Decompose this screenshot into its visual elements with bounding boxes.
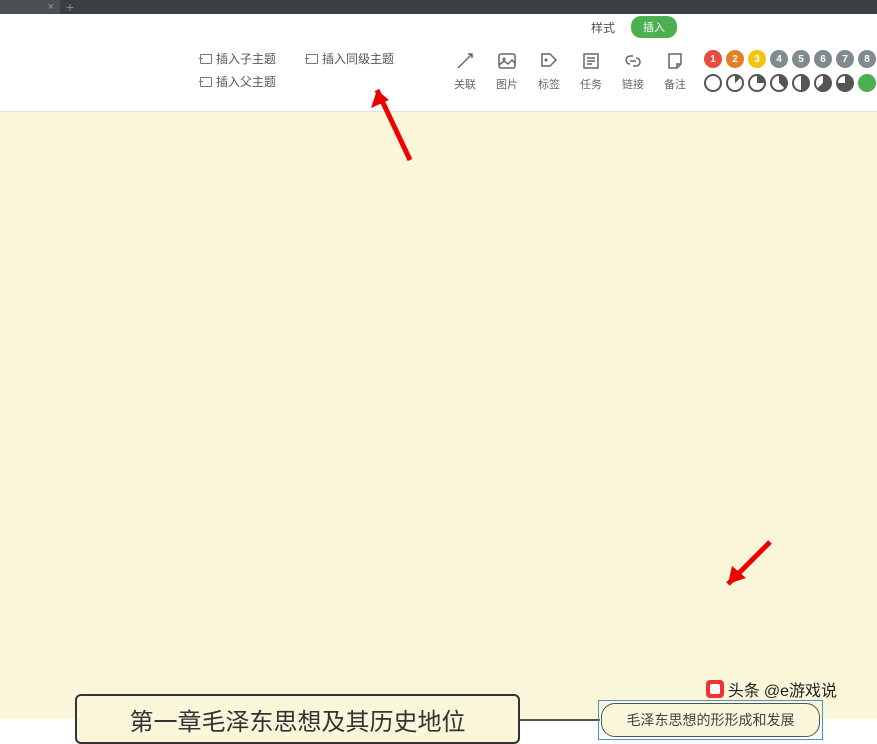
priority-2-marker[interactable]: 2 [726,50,744,68]
task-icon [580,50,602,72]
image-label: 图片 [496,76,518,92]
priority-3-marker[interactable]: 3 [748,50,766,68]
ribbon-toolbar: 插入子主题 插入同级主题 插入父主题 关联 图片 [0,40,877,112]
watermark-handle: @e游戏说 [764,677,837,701]
root-topic-node[interactable]: 第一章毛泽东思想及其历史地位 [75,694,520,744]
topic-icon [200,77,212,87]
priority-8-marker[interactable]: 8 [858,50,876,68]
progress-12-icon[interactable] [726,74,744,92]
active-tab[interactable]: × [0,0,60,14]
close-tab-icon[interactable]: × [48,0,54,14]
number-markers-row: 12345678 [704,50,876,68]
progress-75-icon[interactable] [836,74,854,92]
insert-parent-label: 插入父主题 [216,73,276,90]
child-topic-node[interactable]: 毛泽东思想的形形成和发展 [601,703,820,737]
insert-sibling-label: 插入同级主题 [322,50,394,67]
header-bar: 样式 插入 [0,14,877,40]
note-icon [664,50,686,72]
watermark-logo-icon [706,680,724,698]
progress-0-icon[interactable] [704,74,722,92]
style-tab[interactable]: 样式 [591,19,615,36]
add-tab-button[interactable]: + [60,0,80,14]
image-icon [496,50,518,72]
ribbon-tools-group: 关联 图片 标签 任务 链接 [454,50,686,92]
insert-sibling-topic-button[interactable]: 插入同级主题 [306,50,394,67]
link-icon [622,50,644,72]
tag-tool-button[interactable]: 标签 [538,50,560,92]
progress-markers-row [704,74,876,92]
task-label: 任务 [580,76,602,92]
topic-connector [520,719,600,721]
child-topic-text: 毛泽东思想的形形成和发展 [627,710,795,730]
priority-5-marker[interactable]: 5 [792,50,810,68]
insert-child-topic-button[interactable]: 插入子主题 [200,50,276,67]
marker-panel: 12345678 [704,50,876,92]
watermark-prefix: 头条 [728,677,760,701]
task-tool-button[interactable]: 任务 [580,50,602,92]
relation-label: 关联 [454,76,476,92]
tag-icon [538,50,560,72]
progress-50-icon[interactable] [792,74,810,92]
note-label: 备注 [664,76,686,92]
child-topic-selection[interactable]: 毛泽东思想的形形成和发展 [598,700,823,740]
root-topic-text: 第一章毛泽东思想及其历史地位 [130,702,466,737]
annotation-arrow-icon [710,532,780,602]
link-label: 链接 [622,76,644,92]
progress-37-icon[interactable] [770,74,788,92]
relation-icon [454,50,476,72]
progress-25-icon[interactable] [748,74,766,92]
priority-1-marker[interactable]: 1 [704,50,722,68]
insert-child-label: 插入子主题 [216,50,276,67]
progress-62-icon[interactable] [814,74,832,92]
priority-7-marker[interactable]: 7 [836,50,854,68]
topic-icon [200,54,212,64]
priority-6-marker[interactable]: 6 [814,50,832,68]
image-tool-button[interactable]: 图片 [496,50,518,92]
progress-done-icon[interactable] [858,74,876,92]
annotation-arrow-icon [365,80,425,170]
priority-4-marker[interactable]: 4 [770,50,788,68]
tag-label: 标签 [538,76,560,92]
link-tool-button[interactable]: 链接 [622,50,644,92]
tab-bar: × + [0,0,877,14]
mindmap-canvas[interactable]: 第一章毛泽东思想及其历史地位 毛泽东思想的形形成和发展 头条 @e游戏说 [0,112,877,719]
note-tool-button[interactable]: 备注 [664,50,686,92]
topic-icon [306,54,318,64]
watermark: 头条 @e游戏说 [706,677,837,701]
insert-tab[interactable]: 插入 [631,16,677,38]
relation-tool-button[interactable]: 关联 [454,50,476,92]
